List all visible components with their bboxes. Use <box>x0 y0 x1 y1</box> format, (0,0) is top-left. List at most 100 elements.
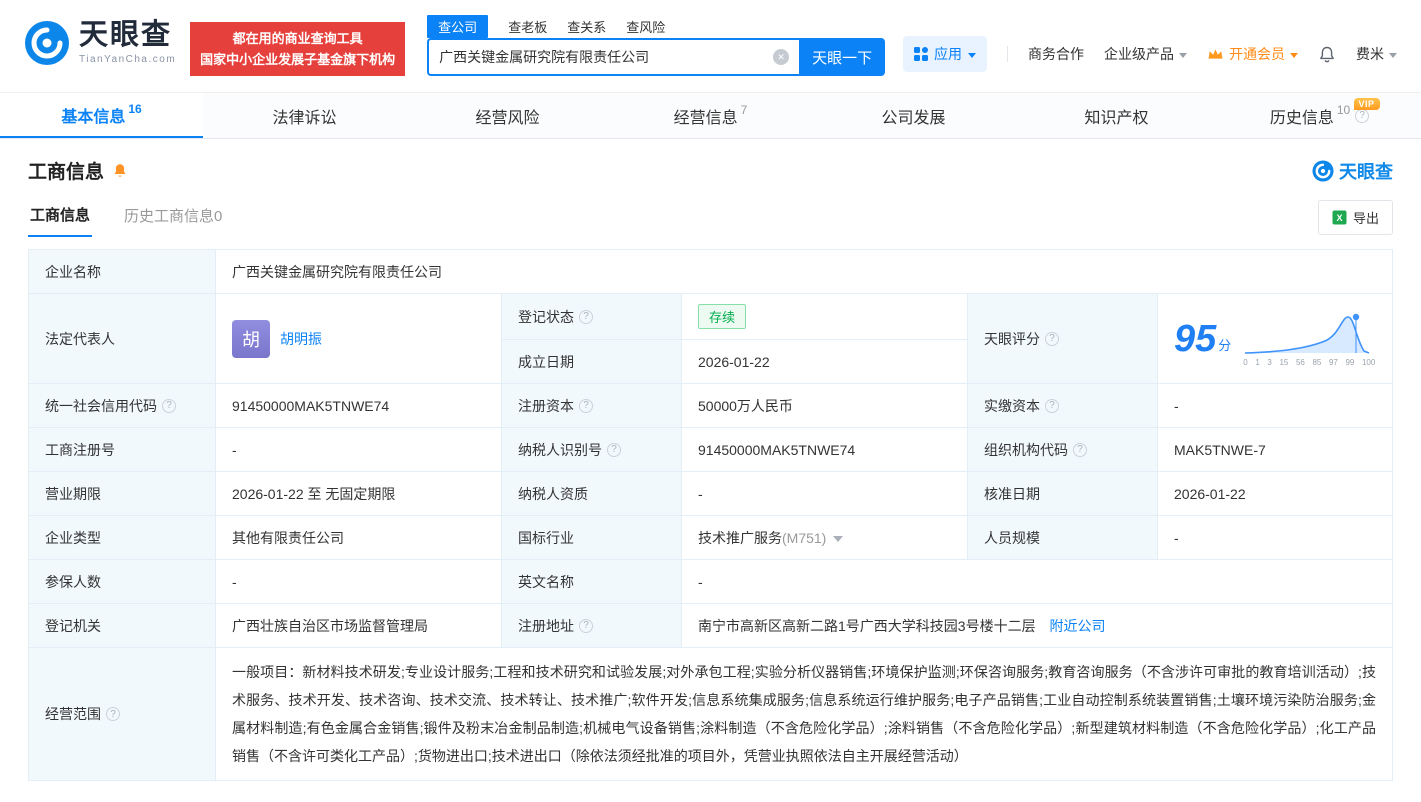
industry-label: 国标行业 <box>501 515 682 560</box>
logo-domain: TianYanCha.com <box>79 54 177 65</box>
divider <box>1007 46 1008 62</box>
excel-icon: X <box>1332 210 1347 225</box>
table-row: 统一社会信用代码? 91450000MAK5TNWE74 注册资本? 50000… <box>28 383 1393 428</box>
search-tab-company[interactable]: 查公司 <box>427 14 489 38</box>
legal-rep-value: 胡 胡明振 <box>215 293 502 384</box>
nav-cooperation[interactable]: 商务合作 <box>1028 44 1084 64</box>
subtab-history-business-info[interactable]: 历史工商信息0 <box>122 199 224 236</box>
tab-company-development[interactable]: 公司发展 <box>812 93 1015 138</box>
tab-basic-info[interactable]: 基本信息 16 <box>0 93 203 138</box>
tab-count: 10 <box>1336 102 1351 117</box>
chevron-down-icon[interactable] <box>833 535 844 542</box>
status-badge: 存续 <box>698 304 747 329</box>
industry-value: 技术推广服务(M751) <box>681 515 968 560</box>
help-icon[interactable]: ? <box>162 398 176 413</box>
tianyancha-logo[interactable]: 天眼查 TianYanCha.com <box>24 20 176 66</box>
chevron-down-icon <box>968 52 976 58</box>
insured-count-value: - <box>215 559 502 604</box>
business-info-table: 企业名称 广西关键金属研究院有限责任公司 法定代表人 胡 胡明振 登记状态? 存… <box>28 249 1393 781</box>
tab-label: 法律诉讼 <box>272 109 337 127</box>
tianyancha-logo-icon <box>1312 159 1334 182</box>
nav-open-vip[interactable]: 开通会员 <box>1207 44 1298 64</box>
tab-intellectual-property[interactable]: 知识产权 <box>1015 93 1218 138</box>
staff-size-value: - <box>1157 515 1393 560</box>
table-row: 参保人数 - 英文名称 - <box>28 559 1393 604</box>
help-icon[interactable]: ? <box>579 309 593 324</box>
business-scope-label: 经营范围? <box>28 647 216 781</box>
help-icon[interactable]: ? <box>579 398 593 413</box>
paid-capital-label: 实缴资本? <box>967 383 1158 428</box>
username-label: 费米 <box>1356 46 1384 62</box>
business-term-value: 2026-01-22 至 无固定期限 <box>215 471 502 516</box>
table-row: 企业名称 广西关键金属研究院有限责任公司 <box>28 249 1393 294</box>
crown-icon <box>1208 49 1223 59</box>
search-tabs: 查公司 查老板 查关系 查风险 <box>427 14 885 38</box>
help-icon[interactable]: ? <box>106 707 120 721</box>
chevron-down-icon <box>1290 52 1298 58</box>
tab-history-info[interactable]: VIP 历史信息 10 ? <box>1218 93 1421 138</box>
business-scope-value: 一般项目：新材料技术研发;专业设计服务;工程和技术研究和试验发展;对外承包工程;… <box>215 647 1393 781</box>
company-name-label: 企业名称 <box>28 249 216 294</box>
est-date-label: 成立日期 <box>501 339 682 384</box>
search-input[interactable] <box>439 49 768 65</box>
tab-operating-info[interactable]: 经营信息 7 <box>609 93 812 138</box>
export-button[interactable]: X 导出 <box>1317 200 1393 235</box>
reg-status-label: 登记状态? <box>501 293 682 340</box>
section-header: 工商信息 天眼查 <box>0 139 1421 190</box>
help-icon[interactable]: ? <box>1045 331 1059 346</box>
bell-icon <box>1320 46 1334 62</box>
nearby-companies-link[interactable]: 附近公司 <box>1049 618 1105 634</box>
taxpayer-id-label: 纳税人识别号? <box>501 427 682 472</box>
reg-status-value: 存续 <box>681 293 968 340</box>
logo-name: 天眼查 <box>79 19 173 51</box>
section-brand-logo: 天眼查 <box>1312 158 1393 184</box>
reg-authority-value: 广西壮族自治区市场监督管理局 <box>215 603 502 648</box>
score-unit: 分 <box>1218 337 1232 353</box>
nav-enterprise-products[interactable]: 企业级产品 <box>1104 44 1187 64</box>
table-row: 营业期限 2026-01-22 至 无固定期限 纳税人资质 - 核准日期 202… <box>28 471 1393 516</box>
tab-legal-proceedings[interactable]: 法律诉讼 <box>203 93 406 138</box>
search-button[interactable]: 天眼一下 <box>799 38 886 76</box>
tab-label: 知识产权 <box>1084 109 1149 127</box>
slogan-line2: 国家中小企业发展子基金旗下机构 <box>200 52 396 67</box>
reg-number-value: - <box>215 427 502 472</box>
vip-badge: VIP <box>1353 98 1380 110</box>
search-tab-relation[interactable]: 查关系 <box>567 15 606 38</box>
grid-icon <box>914 47 928 61</box>
table-row: 登记机关 广西壮族自治区市场监督管理局 注册地址? 南宁市高新区高新二路1号广西… <box>28 603 1393 648</box>
score-value: 95 分 0 1 3 15 56 85 97 99 100 <box>1157 293 1393 384</box>
apps-label: 应用 <box>934 46 962 62</box>
help-icon[interactable]: ? <box>607 442 621 457</box>
apps-menu[interactable]: 应用 <box>903 36 987 72</box>
user-menu[interactable]: 费米 <box>1356 44 1397 64</box>
clear-icon[interactable]: ✕ <box>773 49 790 65</box>
reg-capital-label: 注册资本? <box>501 383 682 428</box>
help-icon[interactable]: ? <box>1073 442 1087 457</box>
notifications[interactable] <box>1318 45 1336 64</box>
reg-number-label: 工商注册号 <box>28 427 216 472</box>
monitor-bell-icon[interactable] <box>112 162 128 179</box>
help-icon[interactable]: ? <box>1355 108 1370 123</box>
tab-operating-risk[interactable]: 经营风险 <box>406 93 609 138</box>
brand-name: 天眼查 <box>1339 161 1393 182</box>
slogan-line1: 都在用的商业查询工具 <box>232 31 363 46</box>
export-label: 导出 <box>1352 211 1379 226</box>
brand-slogan: 都在用的商业查询工具 国家中小企业发展子基金旗下机构 <box>190 22 406 76</box>
subtab-business-info[interactable]: 工商信息 <box>28 198 93 237</box>
avatar[interactable]: 胡 <box>232 319 270 358</box>
chevron-down-icon <box>1179 52 1187 58</box>
search-tab-risk[interactable]: 查风险 <box>626 15 665 38</box>
legal-rep-link[interactable]: 胡明振 <box>280 329 322 349</box>
chevron-down-icon <box>1389 52 1397 58</box>
tab-count: 7 <box>740 102 748 117</box>
org-code-label: 组织机构代码? <box>967 427 1158 472</box>
help-icon[interactable]: ? <box>1045 398 1059 413</box>
score-chart: 0 1 3 15 56 85 97 99 100 <box>1243 311 1375 367</box>
search-tab-boss[interactable]: 查老板 <box>508 15 547 38</box>
header-nav: 应用 商务合作 企业级产品 开通会员 费米 <box>903 36 1397 72</box>
tab-label: 基本信息 <box>61 108 126 126</box>
reg-capital-value: 50000万人民币 <box>681 383 968 428</box>
enterprise-label: 企业级产品 <box>1104 46 1174 62</box>
tab-label: 经营信息 <box>673 109 738 127</box>
help-icon[interactable]: ? <box>579 618 593 633</box>
